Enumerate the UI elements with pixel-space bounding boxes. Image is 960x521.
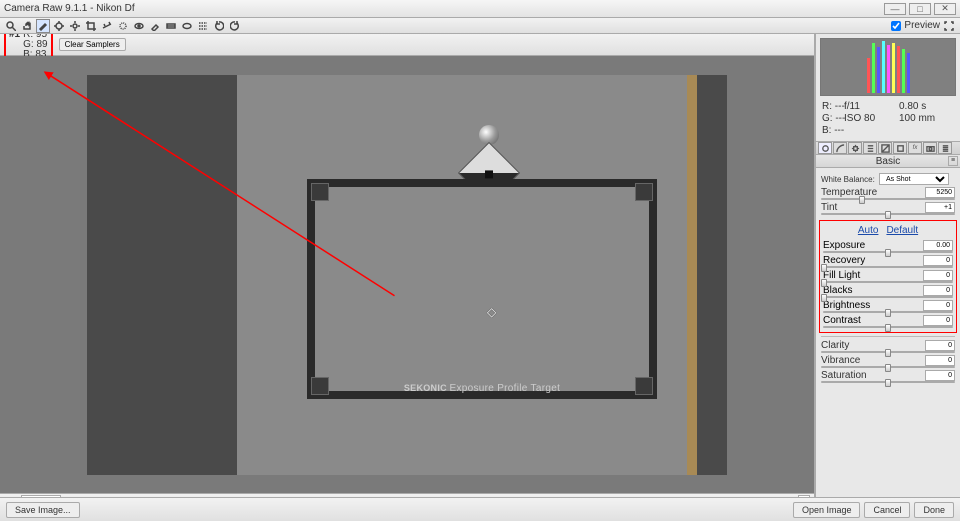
recovery-value[interactable]: [923, 255, 953, 266]
temp-label: Temperature: [821, 187, 877, 198]
brightness-value[interactable]: [923, 300, 953, 311]
panel-title: Basic ≡: [816, 155, 960, 168]
window-title: Camera Raw 9.1.1 - Nikon Df: [4, 3, 135, 14]
open-image-button[interactable]: Open Image: [793, 502, 861, 518]
tab-split[interactable]: [878, 142, 892, 154]
clarity-slider[interactable]: [821, 351, 955, 353]
close-button[interactable]: ✕: [934, 3, 956, 15]
clear-samplers-button[interactable]: Clear Samplers: [59, 38, 126, 51]
crop-tool-icon[interactable]: [84, 19, 98, 33]
grad-filter-icon[interactable]: [164, 19, 178, 33]
target-adjust-icon[interactable]: [68, 19, 82, 33]
fill-light-slider[interactable]: [823, 281, 953, 283]
blacks-slider[interactable]: [823, 296, 953, 298]
main-toolbar: Preview: [0, 18, 960, 34]
profile-target-frame: SEKONIC Exposure Profile Target: [307, 179, 657, 399]
contrast-value[interactable]: [923, 315, 953, 326]
fullscreen-icon[interactable]: [942, 19, 956, 33]
rotate-cw-icon[interactable]: [228, 19, 242, 33]
saturation-label: Saturation: [821, 370, 867, 381]
auto-link[interactable]: Auto: [858, 225, 879, 236]
recovery-slider[interactable]: [823, 266, 953, 268]
recovery-label: Recovery: [823, 255, 865, 266]
exposure-label: Exposure: [823, 240, 865, 251]
panel-menu-icon[interactable]: ≡: [948, 156, 958, 166]
temp-value[interactable]: [925, 187, 955, 198]
preview-label: Preview: [904, 20, 940, 31]
minimize-button[interactable]: —: [884, 3, 906, 15]
brightness-label: Brightness: [823, 300, 870, 311]
tab-fx[interactable]: fx: [908, 142, 922, 154]
exposure-slider[interactable]: [823, 251, 953, 253]
rotate-ccw-icon[interactable]: [212, 19, 226, 33]
histogram[interactable]: [820, 38, 956, 96]
adjust-brush-icon[interactable]: [148, 19, 162, 33]
color-sampler-icon[interactable]: [52, 19, 66, 33]
done-button[interactable]: Done: [914, 502, 954, 518]
tone-group-highlight: Auto Default Exposure Recovery Fill Ligh…: [819, 220, 957, 333]
tab-camera[interactable]: [923, 142, 937, 154]
wb-label: White Balance:: [821, 175, 876, 184]
clarity-value[interactable]: [925, 340, 955, 351]
temp-slider[interactable]: [821, 198, 955, 200]
tint-value[interactable]: [925, 202, 955, 213]
preview-checkbox[interactable]: [891, 21, 901, 31]
tab-lens[interactable]: [893, 142, 907, 154]
radial-filter-icon[interactable]: [180, 19, 194, 33]
wb-tool-icon[interactable]: [36, 19, 50, 33]
saturation-value[interactable]: [925, 370, 955, 381]
vibrance-slider[interactable]: [821, 366, 955, 368]
tab-curve[interactable]: [833, 142, 847, 154]
blacks-label: Blacks: [823, 285, 852, 296]
redeye-icon[interactable]: [132, 19, 146, 33]
exif-readout: R: ---f/110.80 s G: ---ISO 80100 mm B: -…: [816, 100, 960, 141]
contrast-slider[interactable]: [823, 326, 953, 328]
brightness-slider[interactable]: [823, 311, 953, 313]
straighten-tool-icon[interactable]: [100, 19, 114, 33]
spot-remove-icon[interactable]: [116, 19, 130, 33]
wb-select[interactable]: As Shot: [879, 173, 949, 185]
hand-tool-icon[interactable]: [20, 19, 34, 33]
zoom-tool-icon[interactable]: [4, 19, 18, 33]
exposure-value[interactable]: [923, 240, 953, 251]
fill-light-value[interactable]: [923, 270, 953, 281]
default-link[interactable]: Default: [886, 225, 918, 236]
maximize-button[interactable]: □: [909, 3, 931, 15]
tint-label: Tint: [821, 202, 837, 213]
image-preview[interactable]: SEKONIC Exposure Profile Target ◇: [0, 56, 814, 493]
clarity-label: Clarity: [821, 340, 849, 351]
prefs-icon[interactable]: [196, 19, 210, 33]
tab-hsl[interactable]: [863, 142, 877, 154]
save-image-button[interactable]: Save Image...: [6, 502, 80, 518]
vibrance-value[interactable]: [925, 355, 955, 366]
contrast-label: Contrast: [823, 315, 861, 326]
saturation-slider[interactable]: [821, 381, 955, 383]
fill-light-label: Fill Light: [823, 270, 860, 281]
blacks-value[interactable]: [923, 285, 953, 296]
cancel-button[interactable]: Cancel: [864, 502, 910, 518]
vibrance-label: Vibrance: [821, 355, 860, 366]
tab-detail[interactable]: [848, 142, 862, 154]
tint-slider[interactable]: [821, 213, 955, 215]
eyedropper-cursor-icon: ◇: [487, 305, 496, 319]
tab-basic[interactable]: [818, 142, 832, 154]
tab-presets[interactable]: [938, 142, 952, 154]
